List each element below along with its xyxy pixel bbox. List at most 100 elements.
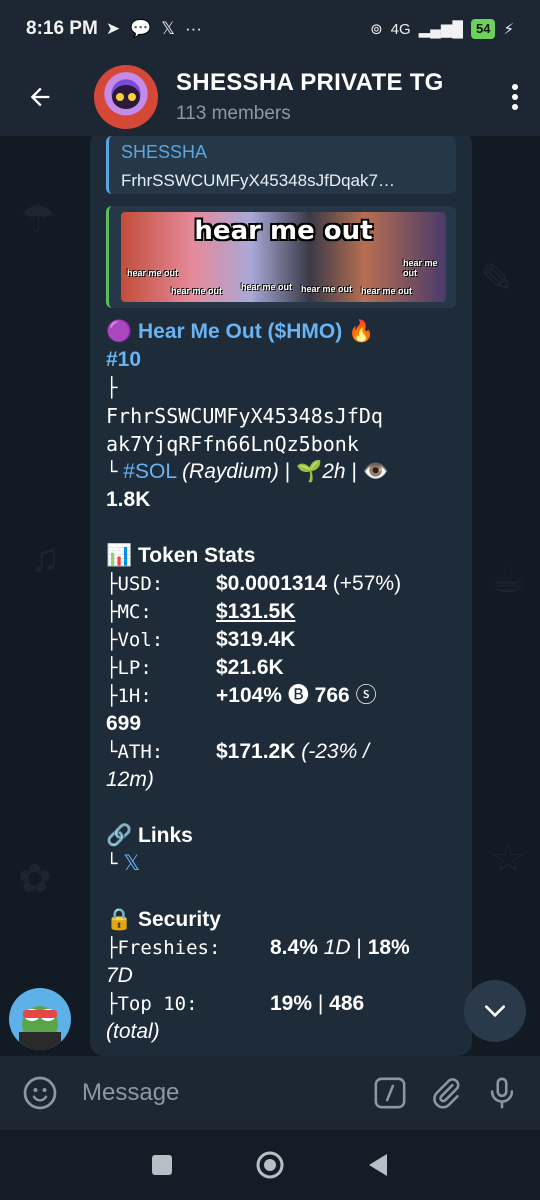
scroll-to-bottom-button[interactable]	[464, 980, 526, 1042]
sell-icon: ⓢ	[355, 684, 377, 707]
freshies-1d: 8.4%	[270, 936, 318, 959]
chart-emoji: 📊	[106, 544, 133, 567]
background-doodle: ♫	[30, 536, 60, 580]
back-button[interactable]	[0, 58, 80, 136]
back-triangle-icon[interactable]	[367, 1152, 389, 1178]
home-icon[interactable]	[255, 1150, 285, 1180]
reply-text: FrhrSSWCUMFyX45348sJfDqak7…	[121, 171, 395, 190]
token-emoji: 🟣	[106, 320, 133, 343]
group-avatar[interactable]	[94, 65, 158, 129]
chat-title: SHESSHA PRIVATE TG	[176, 69, 444, 96]
ath-time: 12m)	[106, 768, 154, 791]
status-time: 8:16 PM	[26, 18, 98, 39]
recent-apps-icon[interactable]	[151, 1154, 173, 1176]
telegram-icon: ➤	[105, 19, 121, 38]
pepe-avatar-icon	[19, 1006, 61, 1050]
lp-value: $21.6K	[216, 656, 284, 679]
network-label: 4G	[390, 20, 411, 38]
market-cap-link[interactable]: $131.5K	[216, 598, 295, 626]
slash-command-icon	[374, 1077, 406, 1109]
back-arrow-icon	[30, 87, 50, 107]
ath-label: └ATH:	[106, 741, 164, 763]
chevron-down-icon	[485, 1005, 505, 1018]
preview-headline: hear me out	[194, 216, 373, 246]
freshies-label: ├Freshies:	[106, 937, 221, 959]
message-text: 🟣 Hear Me Out ($HMO) 🔥 #10 ├ FrhrSSWCUMF…	[106, 318, 456, 1046]
message-input-bar: Message	[0, 1056, 540, 1130]
hotspot-icon: ⊚	[370, 21, 383, 38]
branch-top: ├	[106, 377, 118, 399]
rank-hashtag[interactable]: #10	[106, 346, 456, 374]
sender-avatar[interactable]	[9, 988, 71, 1050]
message-input[interactable]: Message	[82, 1079, 362, 1107]
top10-note: (total)	[106, 1020, 160, 1043]
system-navigation-bar	[0, 1130, 540, 1200]
background-doodle: ✎	[480, 257, 514, 301]
top10-label: ├Top 10:	[106, 993, 198, 1015]
freshies-7d: 18%	[367, 936, 410, 959]
battery-icon: 54	[470, 19, 496, 39]
contract-address-line2[interactable]: ak7YjqRFfn66LnQz5bonk	[106, 430, 456, 458]
chat-bubble-icon: 💬	[130, 19, 152, 38]
vertical-dots-icon	[512, 84, 518, 110]
reply-quote[interactable]: SHESSHA FrhrSSWCUMFyX45348sJfDqak7…	[106, 136, 456, 194]
background-doodle: ☆	[490, 837, 526, 881]
links-branch: └	[106, 853, 118, 875]
buy-icon: 🅑	[287, 684, 309, 707]
usd-price: $0.0001314	[216, 572, 327, 595]
security-title: Security	[138, 908, 221, 931]
voice-message-button[interactable]	[474, 1056, 530, 1130]
chat-title-block[interactable]: SHESSHA PRIVATE TG 113 members	[176, 69, 490, 125]
preview-tag: hear me out	[241, 282, 293, 292]
freshies-1d-period: 1D	[323, 936, 351, 959]
x-icon: 𝕏	[161, 19, 175, 38]
view-count: 1.8K	[106, 488, 151, 511]
emoji-button[interactable]	[12, 1056, 68, 1130]
fire-emoji: 🔥	[348, 320, 375, 343]
volume-label: ├Vol:	[106, 629, 164, 651]
token-name-link[interactable]: Hear Me Out	[138, 320, 262, 343]
x-link[interactable]: 𝕏	[123, 852, 140, 875]
contract-address-line1[interactable]: FrhrSSWCUMFyX45348sJfDq	[106, 402, 456, 430]
usd-label: ├USD:	[106, 573, 164, 595]
background-doodle: ☕	[490, 557, 526, 601]
branch-end: └	[106, 461, 118, 483]
usd-change: (+57%)	[332, 572, 402, 595]
attach-button[interactable]	[418, 1056, 474, 1130]
status-bar: 8:16 PM ➤ 💬 𝕏 ··· ⊚ 4G ▂▄▆█ 54 ⚡	[0, 0, 540, 58]
buy-count: 766	[314, 684, 350, 707]
more-options-button[interactable]	[490, 58, 540, 136]
lp-label: ├LP:	[106, 657, 152, 679]
message-bubble[interactable]: SHESSHA FrhrSSWCUMFyX45348sJfDqak7… hear…	[90, 136, 472, 1056]
token-symbol-link[interactable]: ($HMO)	[268, 320, 343, 343]
token-age: 2h	[322, 460, 346, 483]
preview-tag: hear me out	[127, 268, 179, 278]
1h-change: +104%	[216, 684, 282, 707]
bot-commands-button[interactable]	[362, 1056, 418, 1130]
age-emoji: 🌱	[296, 460, 323, 483]
ath-change: (-23% /	[301, 740, 369, 763]
background-doodle: ☂	[20, 197, 56, 241]
chat-area[interactable]: ☂ ✎ ♫ ☕ ✿ ☆ SHESSHA FrhrSSWCUMFyX45348sJ…	[0, 136, 540, 1056]
signal-icon: ▂▄▆█	[418, 21, 463, 38]
charging-icon: ⚡	[503, 21, 514, 38]
top10-value: 19%	[270, 992, 313, 1015]
chat-header: SHESSHA PRIVATE TG 113 members	[0, 58, 540, 136]
more-notifications-icon: ···	[184, 19, 202, 38]
link-emoji: 🔗	[106, 824, 133, 847]
preview-tag: hear me out	[171, 286, 223, 296]
sell-count: 699	[106, 712, 142, 735]
preview-tag: hear me out	[403, 258, 438, 278]
1h-label: ├1H:	[106, 685, 152, 707]
member-count: 113 members	[176, 103, 291, 124]
chain-hashtag[interactable]: #SOL	[123, 460, 176, 483]
reply-author: SHESSHA	[121, 142, 208, 162]
link-preview[interactable]: hear me out hear me out hear me out hear…	[106, 206, 456, 308]
smiley-icon	[23, 1076, 57, 1110]
top10-total: 486	[329, 992, 365, 1015]
eye-emoji: 👁️	[362, 460, 389, 483]
preview-tag: hear me out	[361, 286, 413, 296]
links-title: Links	[138, 824, 193, 847]
preview-image[interactable]: hear me out hear me out hear me out hear…	[121, 212, 446, 302]
ath-value: $171.2K	[216, 740, 296, 763]
